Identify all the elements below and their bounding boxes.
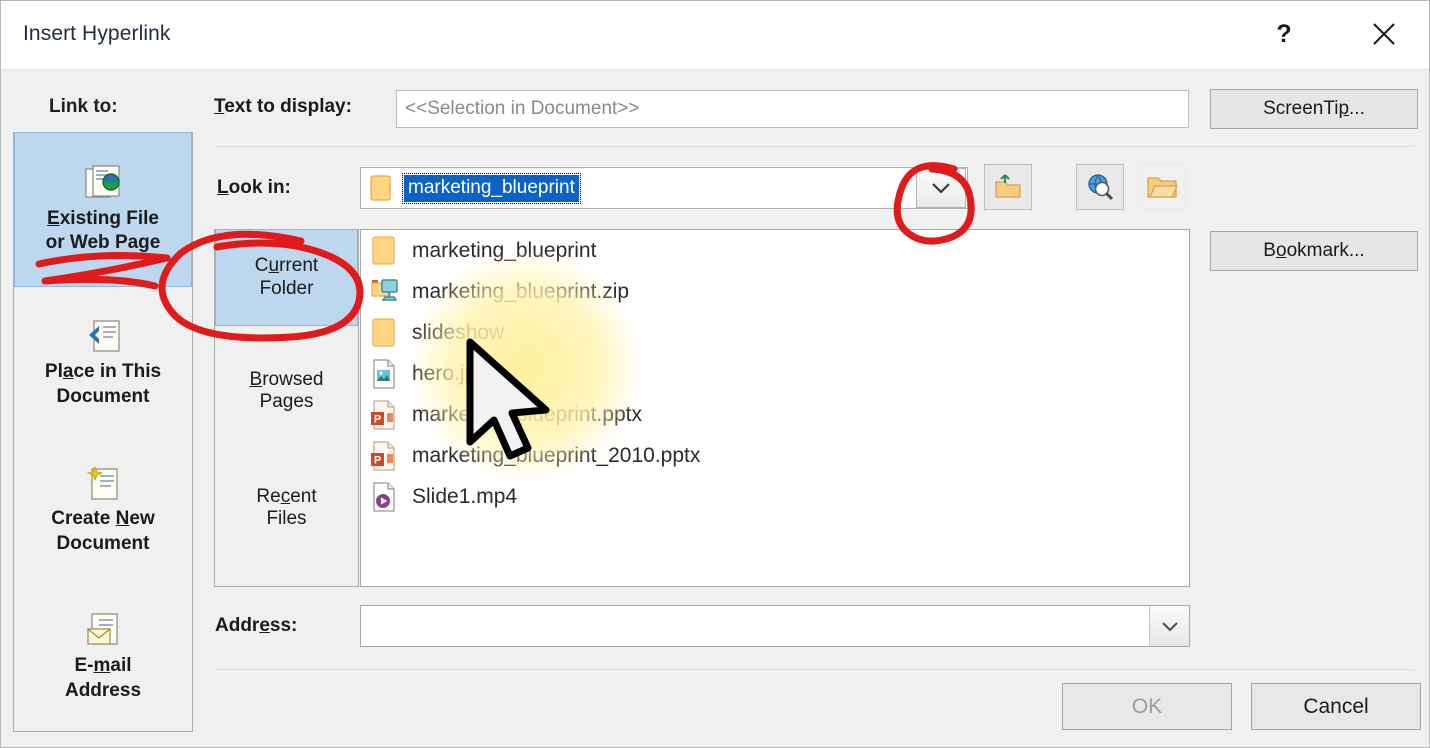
- svg-text:P: P: [374, 413, 381, 425]
- sidebar-item-create-new-document[interactable]: Create New Document: [14, 440, 192, 580]
- sidebar-item-existing-file-or-web-page[interactable]: Existing File or Web Page: [14, 132, 192, 287]
- folder-icon: [369, 174, 395, 202]
- cancel-button[interactable]: Cancel: [1251, 683, 1421, 730]
- file-name: marketing_blueprint.zip: [412, 279, 630, 303]
- insert-hyperlink-dialog: Insert Hyperlink ? Link to: Existing Fil…: [0, 0, 1430, 748]
- tab-label-line1: Current: [254, 255, 319, 277]
- sidebar-item-label: E-mail: [74, 655, 132, 677]
- look-in-combobox[interactable]: marketing_blueprint: [360, 167, 968, 209]
- tab-recent-files[interactable]: Recent Files: [215, 473, 358, 543]
- list-item[interactable]: marketing_blueprint: [361, 230, 1189, 271]
- text-to-display-input[interactable]: <<Selection in Document>>: [396, 90, 1189, 128]
- look-in-value: marketing_blueprint: [402, 172, 581, 204]
- screentip-button[interactable]: ScreenTi p...: [1210, 89, 1418, 129]
- tab-browsed-pages[interactable]: Browsed Pages: [215, 356, 358, 426]
- text-to-display-label: Text to display:: [214, 96, 352, 117]
- mouse-cursor: [466, 338, 550, 460]
- place-in-document-icon: [83, 318, 123, 356]
- sidebar-item-label: Existing File: [47, 207, 159, 229]
- sidebar-item-label-2: Address: [64, 679, 142, 701]
- tab-label-line1: Recent: [256, 485, 317, 507]
- dialog-title: Insert Hyperlink: [23, 22, 171, 45]
- divider-bottom: [214, 669, 1414, 670]
- browse-web-button[interactable]: [1076, 164, 1124, 210]
- close-icon[interactable]: [1359, 11, 1409, 57]
- file-name: Slide1.mp4: [412, 484, 518, 508]
- tab-label-line2: Files: [266, 508, 307, 529]
- svg-text:P: P: [374, 454, 381, 466]
- look-in-dropdown-button[interactable]: [916, 168, 966, 208]
- zip-network-icon: [370, 276, 400, 308]
- tab-label-line2: Folder: [259, 277, 314, 299]
- divider-top: [214, 146, 1414, 147]
- list-item[interactable]: marketing_blueprint.zip: [361, 271, 1189, 312]
- tab-label-line2: Pages: [259, 391, 314, 412]
- sidebar-item-email-address[interactable]: E-mail Address: [14, 587, 192, 727]
- browse-file-button[interactable]: [1138, 164, 1186, 210]
- existing-file-icon: [83, 164, 123, 203]
- video-file-icon: [370, 481, 400, 513]
- up-one-folder-button[interactable]: [984, 164, 1032, 210]
- folder-icon: [370, 317, 400, 349]
- tab-label-line1: Browsed: [249, 368, 324, 390]
- address-label: Address:: [215, 615, 298, 636]
- sidebar-item-label: Create New: [51, 508, 155, 530]
- address-input[interactable]: [360, 605, 1190, 647]
- create-new-document-icon: [83, 465, 123, 503]
- address-dropdown-button[interactable]: [1149, 606, 1189, 646]
- folder-icon: [370, 235, 400, 267]
- look-in-label: Look in:: [217, 177, 291, 198]
- link-to-label: Link to:: [49, 96, 118, 117]
- sidebar-item-label-2: Document: [56, 532, 150, 554]
- bookmark-button[interactable]: Bo okmark...: [1210, 231, 1418, 271]
- tab-current-folder[interactable]: Current Folder: [215, 229, 358, 326]
- sidebar-item-label-2: Document: [56, 385, 150, 407]
- image-file-icon: [370, 358, 400, 390]
- sidebar-item-place-in-this-document[interactable]: Place in This Document: [14, 293, 192, 433]
- link-to-panel: Existing File or Web Page Place in This …: [13, 132, 193, 732]
- title-bar: Insert Hyperlink ?: [1, 1, 1429, 70]
- sidebar-item-label: Place in This: [44, 361, 162, 383]
- file-name: marketing_blueprint: [412, 238, 597, 262]
- email-address-icon: [83, 612, 123, 650]
- ok-button[interactable]: OK: [1062, 683, 1232, 730]
- sidebar-item-label-2: or Web Page: [45, 232, 161, 253]
- powerpoint-file-icon: P: [370, 399, 400, 431]
- help-icon[interactable]: ?: [1259, 11, 1309, 57]
- browse-tabs-panel: Current Folder Browsed Pages Recent File…: [214, 229, 359, 587]
- powerpoint-file-icon: P: [370, 440, 400, 472]
- list-item[interactable]: Slide1.mp4: [361, 476, 1189, 517]
